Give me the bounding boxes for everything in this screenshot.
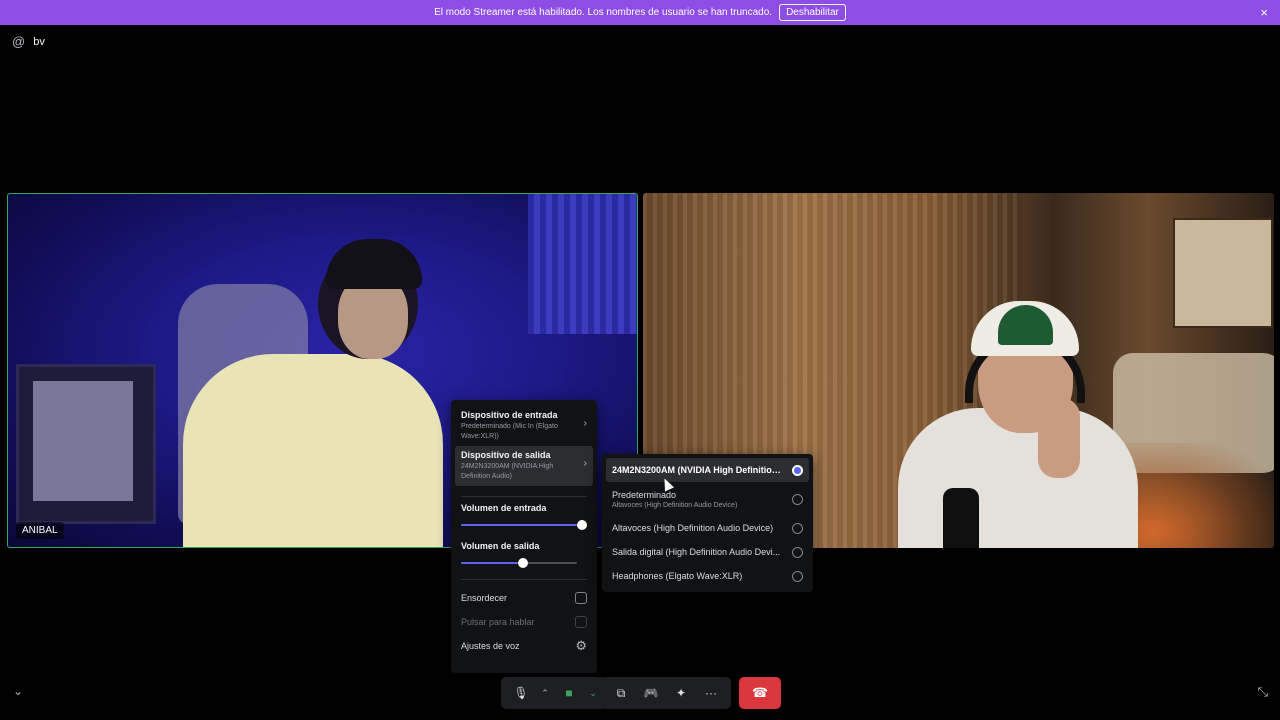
activity-controls: ⧉ 🎮 ✦ ···: [601, 677, 731, 709]
phone-hangup-icon: ☎: [751, 685, 769, 700]
output-device-submenu: 24M2N3200AM (NVIDIA High Definition ... …: [602, 454, 813, 592]
input-volume-slider[interactable]: [461, 519, 587, 531]
output-device-option[interactable]: Predeterminado Altavoces (High Definitio…: [606, 482, 809, 516]
radio-unselected[interactable]: [792, 493, 803, 505]
streamer-mode-banner: El modo Streamer está habilitado. Los no…: [0, 0, 1280, 25]
more-options-icon[interactable]: ···: [697, 679, 725, 707]
chevron-down-icon[interactable]: ⌄: [13, 684, 23, 698]
radio-unselected[interactable]: [792, 570, 803, 582]
gear-icon[interactable]: ⚙: [575, 638, 587, 654]
output-device-menu-item[interactable]: Dispositivo de salida 24M2N3200AM (NVIDI…: [455, 446, 593, 486]
soundboard-icon[interactable]: ✦: [667, 679, 695, 707]
output-device-option[interactable]: Altavoces (High Definition Audio Device): [606, 516, 809, 540]
participant-name-tag: ANIBAL: [16, 522, 64, 539]
chevron-up-icon[interactable]: ⌃: [537, 679, 553, 707]
voice-settings-item[interactable]: Ajustes de voz ⚙: [461, 634, 587, 658]
slider-knob[interactable]: [577, 520, 587, 530]
output-device-option[interactable]: Salida digital (High Definition Audio De…: [606, 540, 809, 564]
deafen-toggle[interactable]: Ensordecer: [461, 586, 587, 610]
chevron-right-icon: ›: [583, 458, 587, 469]
output-volume-label: Volumen de salida: [461, 541, 540, 551]
radio-selected[interactable]: [792, 464, 803, 476]
radio-unselected[interactable]: [792, 546, 803, 558]
chevron-right-icon: ›: [583, 418, 587, 429]
background-poster: [16, 364, 156, 524]
banner-message: El modo Streamer está habilitado. Los no…: [434, 7, 773, 18]
channel-header: @ bv: [12, 34, 45, 49]
output-volume-slider[interactable]: [461, 557, 587, 569]
audio-settings-menu: Dispositivo de entrada Predeterminado (M…: [451, 400, 597, 673]
push-to-talk-checkbox: [575, 616, 587, 628]
push-to-talk-toggle: Pulsar para hablar: [461, 610, 587, 634]
input-device-menu-item[interactable]: Dispositivo de entrada Predeterminado (M…: [461, 406, 587, 446]
slider-knob[interactable]: [518, 558, 528, 568]
output-device-option[interactable]: 24M2N3200AM (NVIDIA High Definition ...: [606, 458, 809, 482]
exit-fullscreen-icon[interactable]: ⤡: [1258, 684, 1268, 700]
close-icon[interactable]: ×: [1260, 5, 1268, 20]
audio-video-controls: 🎙 ⌃ ■ ⌄: [501, 677, 607, 709]
output-device-option[interactable]: Headphones (Elgato Wave:XLR): [606, 564, 809, 588]
deafen-checkbox[interactable]: [575, 592, 587, 604]
at-icon: @: [12, 34, 26, 49]
radio-unselected[interactable]: [792, 522, 803, 534]
camera-icon[interactable]: ■: [555, 679, 583, 707]
channel-name: bv: [33, 35, 45, 48]
gamepad-icon[interactable]: 🎮: [637, 679, 665, 707]
disable-streamer-mode-button[interactable]: Deshabilitar: [779, 4, 846, 21]
input-volume-label: Volumen de entrada: [461, 503, 547, 513]
microphone-icon[interactable]: 🎙: [507, 679, 535, 707]
disconnect-button[interactable]: ☎: [739, 677, 781, 709]
screen-share-icon[interactable]: ⧉: [607, 679, 635, 707]
chevron-down-icon[interactable]: ⌄: [585, 679, 601, 707]
